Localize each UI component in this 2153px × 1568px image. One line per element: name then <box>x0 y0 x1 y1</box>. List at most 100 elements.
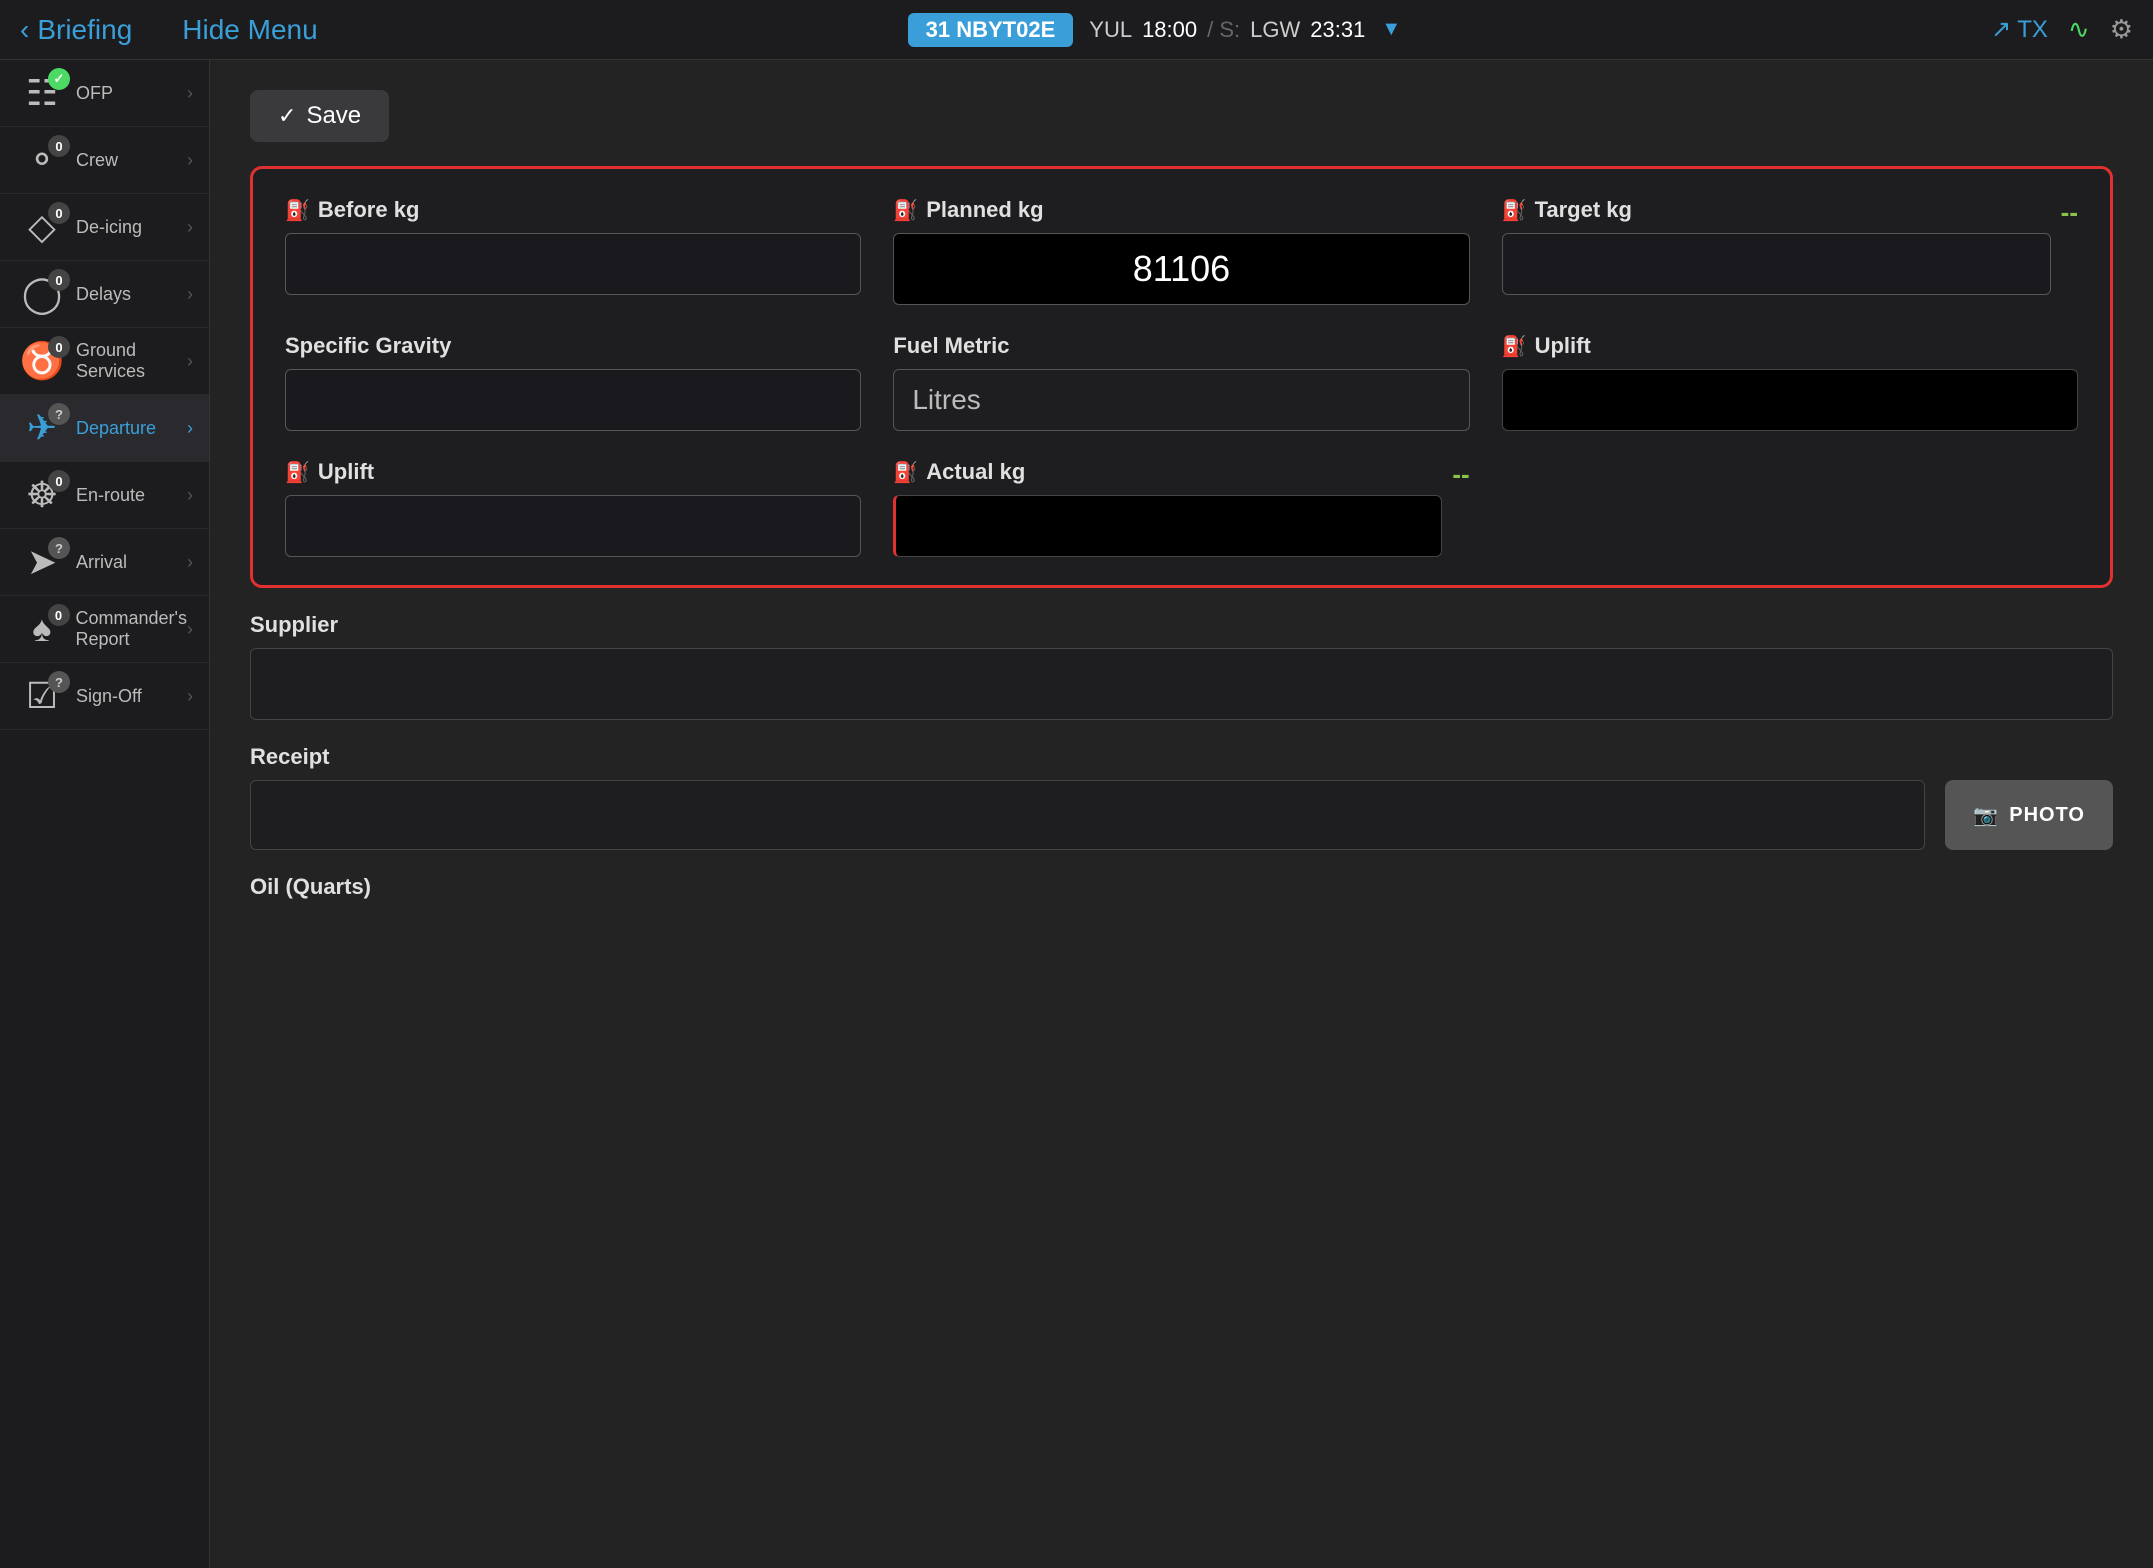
hide-menu-button[interactable]: Hide Menu <box>182 14 317 46</box>
origin-airport: YUL <box>1089 17 1132 43</box>
route-info: YUL 18:00 / S: LGW 23:31 <box>1089 17 1365 43</box>
sidebar-item-deicing[interactable]: ◇ 0 De-icing › <box>0 194 209 261</box>
sidebar-item-enroute[interactable]: ☸ 0 En-route › <box>0 462 209 529</box>
receipt-section: Receipt 📷 PHOTO <box>250 744 2113 850</box>
camera-icon: 📷 <box>1973 803 1999 828</box>
settings-icon[interactable]: ⚙ <box>2110 14 2133 45</box>
signoff-icon-wrap: ☑ ? <box>16 675 68 717</box>
receipt-input[interactable] <box>250 780 1925 850</box>
enroute-badge: 0 <box>48 470 70 492</box>
sidebar-item-crew[interactable]: ⚬ 0 Crew › <box>0 127 209 194</box>
sidebar-item-label-signoff: Sign-Off <box>76 686 187 707</box>
enroute-chevron-icon: › <box>187 485 193 506</box>
supplier-section: Supplier <box>250 612 2113 720</box>
sidebar-item-label-delays: Delays <box>76 284 187 305</box>
uplift-1-label: ⛽ Uplift <box>1502 333 2078 359</box>
origin-time: 18:00 <box>1142 17 1197 43</box>
fuel-icon-target: ⛽ <box>1502 198 1527 223</box>
sidebar-item-delays[interactable]: ◯ 0 Delays › <box>0 261 209 328</box>
oil-label: Oil (Quarts) <box>250 874 2113 900</box>
departure-chevron-icon: › <box>187 418 193 439</box>
main-layout: ☷ ✓ OFP › ⚬ 0 Crew › ◇ 0 De-icing › ◯ <box>0 60 2153 1568</box>
sidebar-item-arrival[interactable]: ➤ ? Arrival › <box>0 529 209 596</box>
crew-chevron-icon: › <box>187 150 193 171</box>
ofp-badge: ✓ <box>48 68 70 90</box>
sidebar-item-label-crew: Crew <box>76 150 187 171</box>
photo-button[interactable]: 📷 PHOTO <box>1945 780 2113 850</box>
separator: / S: <box>1207 17 1240 43</box>
target-kg-input[interactable] <box>1502 233 2051 295</box>
supplier-label: Supplier <box>250 612 2113 638</box>
receipt-label: Receipt <box>250 744 2113 770</box>
fuel-icon-planned: ⛽ <box>893 198 918 223</box>
fuel-row-1: ⛽ Before kg ⛽ Planned kg ⛽ <box>285 197 2078 305</box>
planned-kg-input[interactable] <box>893 233 1469 305</box>
uplift-2-field: ⛽ Uplift <box>285 459 861 557</box>
dash-indicator-1: -- <box>2061 197 2078 244</box>
fuel-metric-input[interactable] <box>893 369 1469 431</box>
sidebar-item-departure[interactable]: ✈ ? Departure › <box>0 395 209 462</box>
save-button[interactable]: ✓ Save <box>250 90 389 142</box>
specific-gravity-input[interactable] <box>285 369 861 431</box>
top-bar: ‹ Briefing Hide Menu 31 NBYT02E YUL 18:0… <box>0 0 2153 60</box>
fuel-icon-uplift2: ⛽ <box>285 460 310 485</box>
sidebar-item-ofp[interactable]: ☷ ✓ OFP › <box>0 60 209 127</box>
supplier-input[interactable] <box>250 648 2113 720</box>
sidebar-item-signoff[interactable]: ☑ ? Sign-Off › <box>0 663 209 730</box>
sidebar-item-label-ofp: OFP <box>76 83 187 104</box>
crew-icon-wrap: ⚬ 0 <box>16 139 68 181</box>
content-area: ✓ Save ⛽ Before kg ⛽ Planned kg <box>210 60 2153 1568</box>
before-kg-label: ⛽ Before kg <box>285 197 861 223</box>
oil-section: Oil (Quarts) <box>250 874 2113 900</box>
save-check-icon: ✓ <box>278 103 296 129</box>
actual-kg-input[interactable] <box>893 495 1442 557</box>
uplift-2-input[interactable] <box>285 495 861 557</box>
sidebar-item-label-departure: Departure <box>76 418 187 439</box>
ground-badge: 0 <box>48 336 70 358</box>
commanders-icon-wrap: ♠ 0 <box>16 608 68 650</box>
sidebar-item-label-ground: Ground Services <box>76 340 187 382</box>
fuel-icon-uplift1: ⛽ <box>1502 334 1527 359</box>
sidebar-item-ground[interactable]: ♉ 0 Ground Services › <box>0 328 209 395</box>
before-kg-field: ⛽ Before kg <box>285 197 861 295</box>
specific-gravity-label: Specific Gravity <box>285 333 861 359</box>
uplift-1-input[interactable] <box>1502 369 2078 431</box>
photo-label: PHOTO <box>2009 804 2085 827</box>
target-kg-field-wrap: ⛽ Target kg -- <box>1502 197 2078 295</box>
route-dropdown-icon[interactable]: ▼ <box>1381 18 1401 41</box>
flight-info-bar: 31 NBYT02E YUL 18:00 / S: LGW 23:31 ▼ <box>338 13 1971 47</box>
before-kg-input[interactable] <box>285 233 861 295</box>
sidebar-item-label-enroute: En-route <box>76 485 187 506</box>
deicing-icon-wrap: ◇ 0 <box>16 206 68 248</box>
enroute-icon-wrap: ☸ 0 <box>16 474 68 516</box>
arrival-chevron-icon: › <box>187 552 193 573</box>
save-label: Save <box>306 102 361 130</box>
deicing-badge: 0 <box>48 202 70 224</box>
fuel-row-2: Specific Gravity Fuel Metric ⛽ Uplift <box>285 333 2078 431</box>
dash-indicator-2: -- <box>1452 459 1469 506</box>
tx-button[interactable]: ↗ TX <box>1991 15 2048 44</box>
fuel-panel: ⛽ Before kg ⛽ Planned kg ⛽ <box>250 166 2113 588</box>
fuel-row-3: ⛽ Uplift ⛽ Actual kg -- <box>285 459 2078 557</box>
sidebar-item-commanders[interactable]: ♠ 0 Commander's Report › <box>0 596 209 663</box>
sidebar: ☷ ✓ OFP › ⚬ 0 Crew › ◇ 0 De-icing › ◯ <box>0 60 210 1568</box>
planned-kg-field: ⛽ Planned kg <box>893 197 1469 305</box>
specific-gravity-field: Specific Gravity <box>285 333 861 431</box>
planned-kg-label: ⛽ Planned kg <box>893 197 1469 223</box>
back-button[interactable]: ‹ Briefing <box>20 14 132 46</box>
delays-icon-wrap: ◯ 0 <box>16 273 68 315</box>
dest-airport: LGW <box>1250 17 1300 43</box>
ground-chevron-icon: › <box>187 351 193 372</box>
sidebar-item-label-commanders: Commander's Report <box>76 608 187 650</box>
delays-chevron-icon: › <box>187 284 193 305</box>
fuel-icon-actual: ⛽ <box>893 460 918 485</box>
sidebar-item-label-deicing: De-icing <box>76 217 187 238</box>
fuel-metric-field: Fuel Metric <box>893 333 1469 431</box>
target-kg-field: ⛽ Target kg <box>1502 197 2051 295</box>
receipt-row: 📷 PHOTO <box>250 780 2113 850</box>
dest-time: 23:31 <box>1310 17 1365 43</box>
signoff-chevron-icon: › <box>187 686 193 707</box>
share-icon: ↗ <box>1991 15 2011 44</box>
crew-badge: 0 <box>48 135 70 157</box>
ofp-chevron-icon: › <box>187 83 193 104</box>
